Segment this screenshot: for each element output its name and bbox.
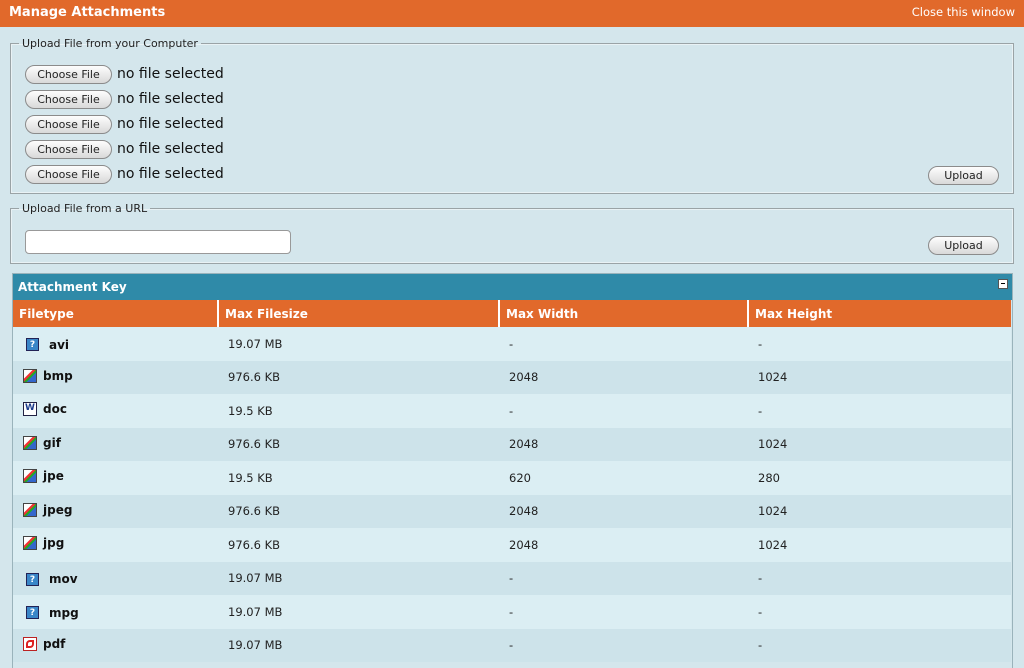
unknown-file-icon: ?	[26, 572, 39, 586]
attachment-key-table: Filetype Max Filesize Max Width Max Heig…	[13, 300, 1011, 662]
max-height: -	[748, 628, 1011, 662]
max-height: -	[748, 327, 1011, 361]
choose-file-button[interactable]: Choose File	[25, 90, 112, 109]
filetype: bmp	[43, 368, 73, 383]
file-status: no file selected	[117, 116, 224, 132]
image-file-icon	[23, 435, 37, 450]
filetype: doc	[43, 402, 67, 417]
table-row: gif 976.6 KB 2048 1024	[13, 427, 1011, 461]
table-row: jpg 976.6 KB 2048 1024	[13, 528, 1011, 562]
table-row: ? avi 19.07 MB - -	[13, 327, 1011, 361]
max-width: 2048	[499, 494, 748, 528]
table-row: ? mpg 19.07 MB - -	[13, 595, 1011, 629]
collapse-icon[interactable]	[998, 279, 1008, 289]
attachment-key-header: Attachment Key	[13, 274, 1012, 300]
max-width: -	[499, 628, 748, 662]
image-file-icon	[23, 469, 37, 484]
max-filesize: 976.6 KB	[218, 494, 499, 528]
max-width: -	[499, 561, 748, 595]
max-height: -	[748, 595, 1011, 629]
filetype: mpg	[49, 605, 79, 620]
max-width: -	[499, 595, 748, 629]
image-file-icon	[23, 502, 37, 517]
table-row: pdf 19.07 MB - -	[13, 628, 1011, 662]
max-width: 2048	[499, 360, 748, 394]
table-row: bmp 976.6 KB 2048 1024	[13, 360, 1011, 394]
max-width: -	[499, 394, 748, 428]
url-upload-legend: Upload File from a URL	[22, 202, 148, 215]
max-filesize: 976.6 KB	[218, 360, 499, 394]
filetype: mov	[49, 572, 78, 586]
attachment-key-title: Attachment Key	[18, 280, 127, 294]
unknown-file-icon: ?	[26, 606, 39, 619]
max-filesize: 976.6 KB	[218, 427, 499, 461]
column-header-filetype: Filetype	[13, 300, 219, 327]
max-filesize: 19.07 MB	[218, 628, 499, 662]
file-status: no file selected	[117, 66, 224, 82]
max-height: -	[748, 561, 1011, 595]
choose-file-button[interactable]: Choose File	[25, 140, 112, 159]
filetype: gif	[43, 435, 61, 450]
filetype: jpe	[43, 469, 64, 484]
table-row: jpe 19.5 KB 620 280	[13, 461, 1011, 495]
computer-upload-group: Upload File from your Computer Choose Fi…	[10, 37, 1014, 194]
max-width: -	[499, 327, 748, 361]
table-header-row: Filetype Max Filesize Max Width Max Heig…	[13, 300, 1011, 327]
attachment-key-panel: Attachment Key Filetype Max Filesize Max…	[12, 273, 1013, 668]
file-status: no file selected	[117, 141, 224, 157]
table-body: ? avi 19.07 MB - - bmp 976.6 KB 2048 1024…	[13, 327, 1011, 662]
max-filesize: 19.5 KB	[218, 461, 499, 495]
max-height: 1024	[748, 360, 1011, 394]
max-filesize: 19.07 MB	[218, 595, 499, 629]
url-upload-button[interactable]: Upload	[928, 236, 999, 255]
max-filesize: 19.07 MB	[218, 327, 499, 361]
filetype: pdf	[43, 636, 66, 651]
max-width: 2048	[499, 427, 748, 461]
window-header: Manage Attachments Close this window	[0, 0, 1024, 27]
table-row: jpeg 976.6 KB 2048 1024	[13, 494, 1011, 528]
table-row: ? mov 19.07 MB - -	[13, 561, 1011, 595]
url-upload-group: Upload File from a URL Upload	[10, 202, 1014, 264]
image-file-icon	[23, 368, 37, 383]
filetype: avi	[49, 337, 70, 352]
image-file-icon	[23, 536, 37, 551]
max-width: 620	[499, 461, 748, 495]
max-filesize: 976.6 KB	[218, 528, 499, 562]
max-height: 280	[748, 461, 1011, 495]
column-header-max-filesize: Max Filesize	[218, 300, 500, 327]
url-input[interactable]	[25, 230, 291, 254]
upload-button[interactable]: Upload	[928, 166, 999, 185]
max-width: 2048	[499, 528, 748, 562]
max-height: 1024	[748, 528, 1011, 562]
filetype: jpeg	[43, 502, 73, 517]
max-height: 1024	[748, 427, 1011, 461]
file-status: no file selected	[117, 166, 224, 182]
filetype: jpg	[43, 536, 65, 551]
pdf-file-icon	[23, 636, 37, 651]
choose-file-button[interactable]: Choose File	[25, 115, 112, 134]
column-header-max-width: Max Width	[499, 300, 749, 327]
column-header-max-height: Max Height	[748, 300, 1011, 327]
table-row: doc 19.5 KB - -	[13, 394, 1011, 428]
window-title: Manage Attachments	[9, 5, 166, 20]
max-filesize: 19.07 MB	[218, 561, 499, 595]
max-height: -	[748, 394, 1011, 428]
file-status: no file selected	[117, 91, 224, 107]
unknown-file-icon: ?	[26, 338, 39, 351]
close-window-link[interactable]: Close this window	[912, 5, 1015, 19]
choose-file-button[interactable]: Choose File	[25, 65, 112, 84]
max-height: 1024	[748, 494, 1011, 528]
computer-upload-legend: Upload File from your Computer	[22, 37, 198, 50]
word-doc-icon	[23, 402, 37, 417]
choose-file-button[interactable]: Choose File	[25, 165, 112, 184]
max-filesize: 19.5 KB	[218, 394, 499, 428]
